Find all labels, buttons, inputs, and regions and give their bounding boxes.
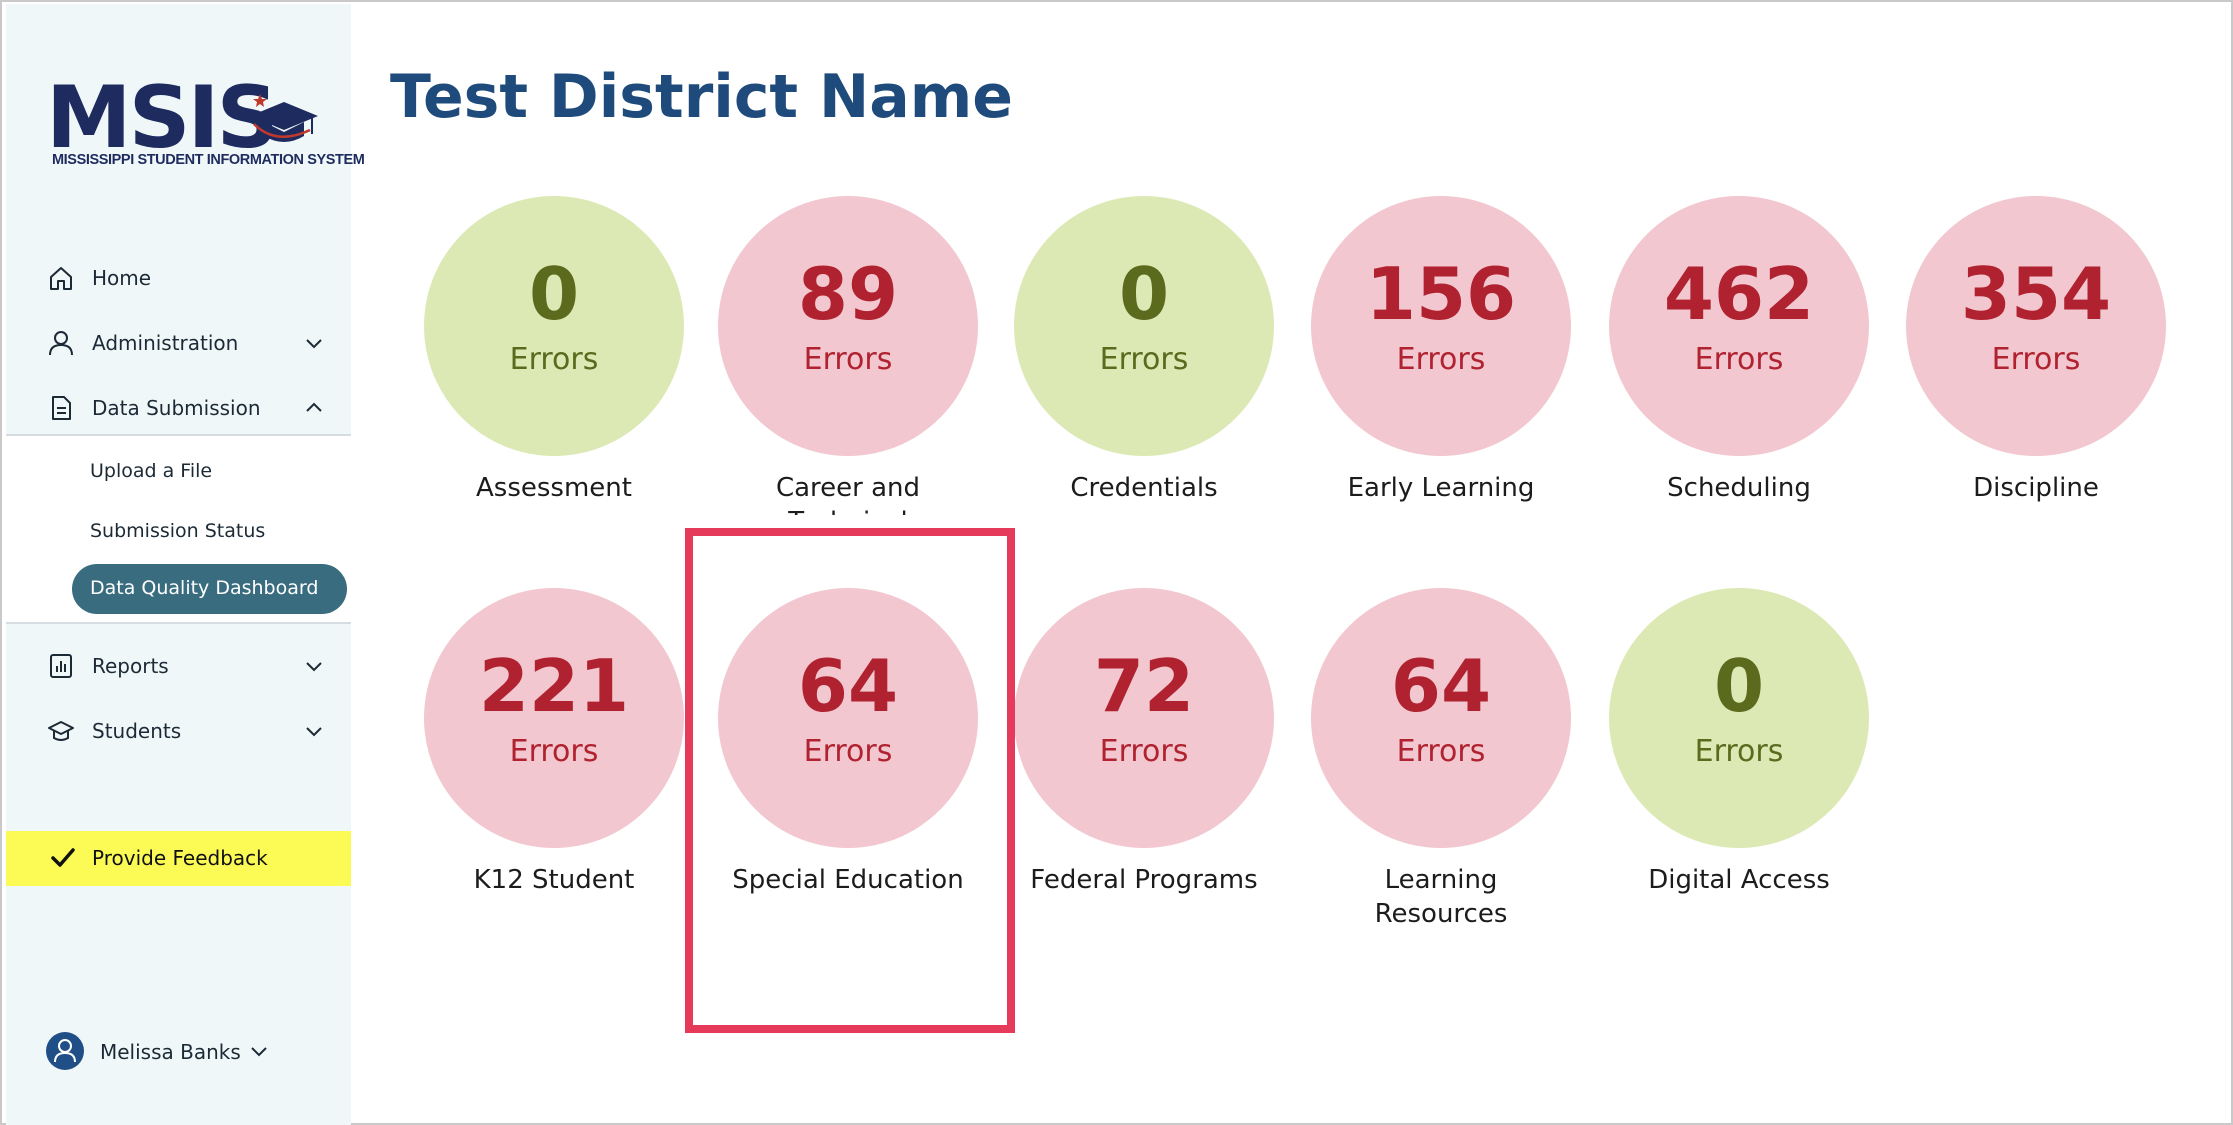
error-unit-label: Errors — [509, 734, 599, 769]
error-unit-label: Errors — [1396, 734, 1486, 769]
category-label: Learning Resources — [1374, 865, 1508, 929]
chevron-down-icon — [251, 1047, 267, 1057]
highlight-box — [685, 528, 1015, 1033]
error-count: 156 — [1365, 252, 1517, 336]
nav-reports[interactable]: Reports — [6, 640, 351, 692]
sidebar: MSIS MISSISSIPPI STUDENT INFORMATION SYS… — [6, 4, 365, 1125]
page-title: Test District Name — [390, 62, 1013, 132]
error-count: 462 — [1663, 252, 1815, 336]
checkmark-icon — [51, 848, 75, 867]
nav-administration[interactable]: Administration — [6, 317, 351, 369]
msis-logo[interactable]: MSIS MISSISSIPPI STUDENT INFORMATION SYS… — [46, 70, 365, 180]
nav-home-label: Home — [92, 266, 152, 290]
error-count-circle[interactable]: 156 Errors — [1311, 196, 1571, 456]
nav-data-submission-label: Data Submission — [92, 396, 261, 420]
chevron-down-icon[interactable] — [302, 719, 326, 743]
user-name: Melissa Banks — [100, 1040, 241, 1064]
error-unit-label: Errors — [1694, 734, 1784, 769]
category-label: Discipline — [1973, 473, 2099, 503]
error-count-circle[interactable]: 221 Errors — [424, 588, 684, 848]
graduation-cap-icon — [46, 716, 76, 746]
nav-data-submission[interactable]: Data Submission — [6, 382, 351, 434]
error-unit-label: Errors — [1991, 342, 2081, 377]
error-count-circle[interactable]: 72 Errors — [1014, 588, 1274, 848]
error-unit-label: Errors — [1099, 342, 1189, 377]
chevron-down-icon[interactable] — [302, 654, 326, 678]
submenu-upload-file[interactable]: Upload a File — [90, 460, 212, 482]
error-count-circle[interactable]: 89 Errors — [718, 196, 978, 456]
chevron-down-icon[interactable] — [302, 331, 326, 355]
category-label: Career and Technical — [775, 473, 921, 515]
error-unit-label: Errors — [1694, 342, 1784, 377]
category-label: Early Learning — [1347, 473, 1535, 503]
nav-students[interactable]: Students — [6, 705, 351, 757]
provide-feedback-label: Provide Feedback — [92, 846, 268, 870]
error-unit-label: Errors — [803, 342, 893, 377]
error-count: 221 — [478, 644, 630, 728]
chevron-up-icon[interactable] — [302, 396, 326, 420]
category-label: Federal Programs — [1030, 865, 1258, 895]
error-count-circle[interactable]: 0 Errors — [424, 196, 684, 456]
user-avatar-icon — [54, 1039, 76, 1063]
error-count-circle[interactable]: 462 Errors — [1609, 196, 1869, 456]
nav-students-label: Students — [92, 719, 182, 743]
category-label: K12 Student — [473, 865, 635, 895]
submenu-submission-status[interactable]: Submission Status — [90, 520, 265, 542]
error-count: 0 — [528, 252, 580, 336]
error-count: 89 — [797, 252, 899, 336]
user-menu[interactable]: Melissa Banks — [46, 1032, 296, 1072]
bar-chart-icon — [46, 651, 76, 681]
category-label: Digital Access — [1648, 865, 1830, 895]
logo-subtitle: MISSISSIPPI STUDENT INFORMATION SYSTEM — [52, 152, 365, 168]
submenu-data-quality-dashboard[interactable]: Data Quality Dashboard — [72, 564, 347, 614]
error-count: 72 — [1093, 644, 1195, 728]
avatar — [46, 1032, 84, 1070]
error-unit-label: Errors — [509, 342, 599, 377]
error-count-circle[interactable]: 354 Errors — [1906, 196, 2166, 456]
submenu-data-quality-dashboard-label: Data Quality Dashboard — [90, 577, 319, 599]
error-count-circle[interactable]: 64 Errors — [1311, 588, 1571, 848]
error-count: 0 — [1713, 644, 1765, 728]
category-label: Scheduling — [1667, 473, 1811, 503]
error-count: 354 — [1960, 252, 2112, 336]
error-unit-label: Errors — [1396, 342, 1486, 377]
graduation-cap-logo-icon — [250, 94, 318, 142]
error-count-circle[interactable]: 0 Errors — [1014, 196, 1274, 456]
error-count: 0 — [1118, 252, 1170, 336]
nav-administration-label: Administration — [92, 331, 239, 355]
nav-home[interactable]: Home — [6, 252, 351, 304]
category-label: Assessment — [476, 473, 632, 503]
error-count-circle[interactable]: 0 Errors — [1609, 588, 1869, 848]
home-icon — [46, 263, 76, 293]
provide-feedback-button[interactable]: Provide Feedback — [6, 831, 351, 886]
document-icon — [46, 393, 76, 423]
error-unit-label: Errors — [1099, 734, 1189, 769]
error-count: 64 — [1390, 644, 1492, 728]
user-icon — [46, 328, 76, 358]
category-label: Credentials — [1070, 473, 1218, 503]
nav-reports-label: Reports — [92, 654, 169, 678]
